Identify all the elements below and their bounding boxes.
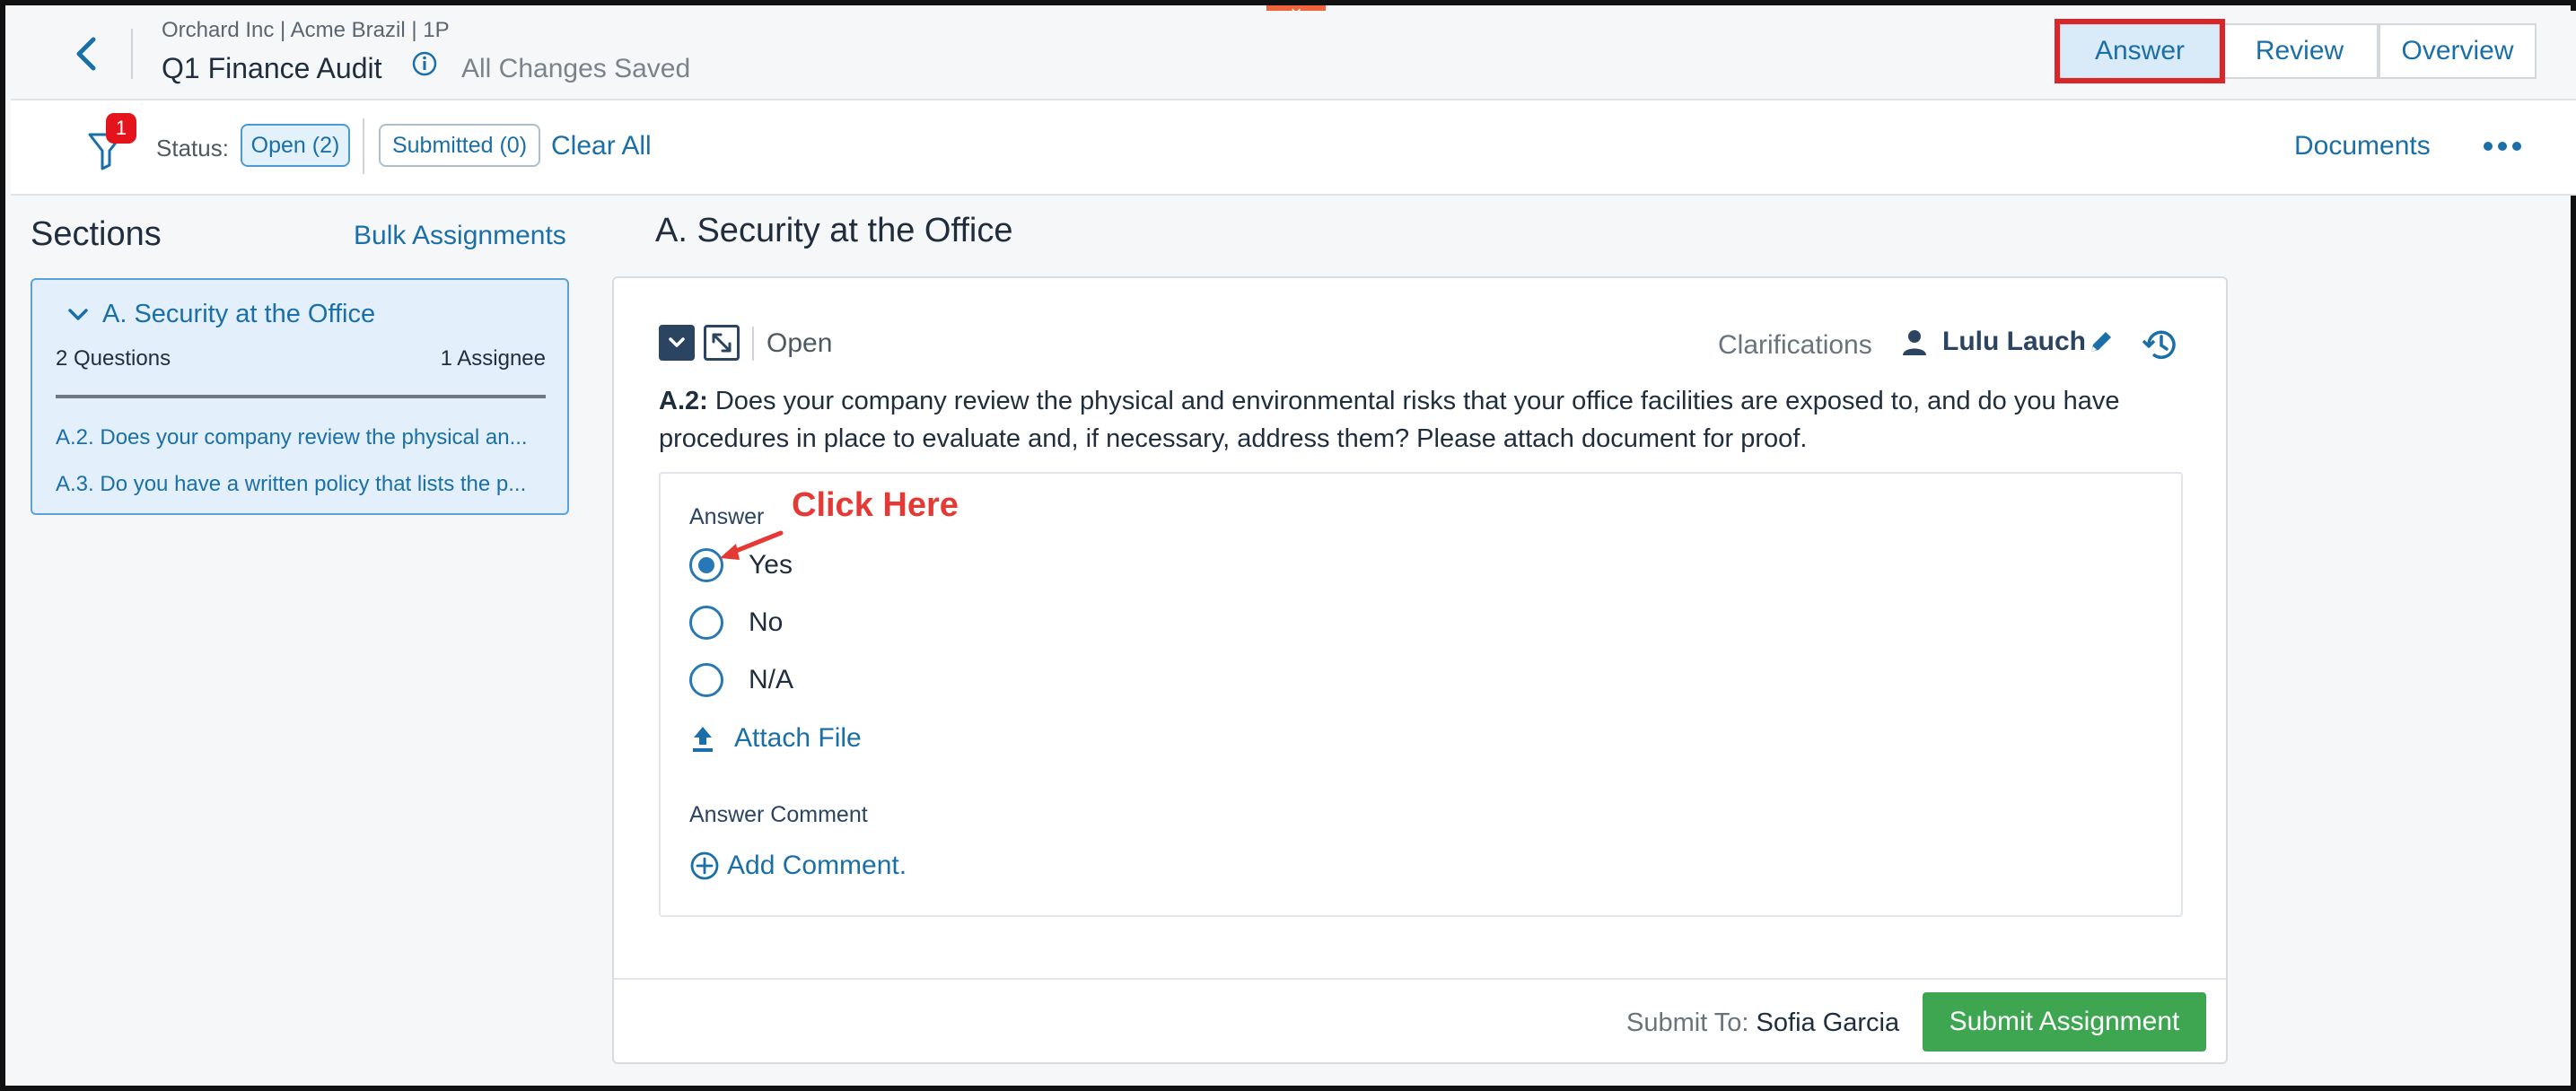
red-arrow-icon (720, 530, 784, 560)
question-status: Open (767, 328, 833, 358)
clear-all-link[interactable]: Clear All (551, 131, 652, 161)
answer-option-no[interactable]: No (689, 605, 783, 641)
pencil-icon[interactable] (2086, 327, 2116, 357)
section-question-link[interactable]: A.3. Do you have a written policy that l… (56, 472, 560, 497)
collapse-button[interactable] (659, 325, 695, 361)
radio-na[interactable] (689, 663, 723, 697)
submit-to-name: Sofia Garcia (1756, 1008, 1900, 1037)
attach-file-button[interactable]: Attach File (689, 723, 862, 754)
assignee-name[interactable]: Lulu Lauch (1942, 327, 2086, 357)
header-divider (131, 29, 133, 79)
section-divider (56, 395, 546, 398)
page-title: Q1 Finance Audit (162, 52, 382, 84)
section-question-link[interactable]: A.2. Does your company review the physic… (56, 425, 560, 450)
submitted-filter-pill[interactable]: Submitted (0) (379, 124, 540, 167)
history-icon[interactable] (2140, 325, 2179, 364)
more-options-icon[interactable] (2481, 133, 2524, 160)
chevron-down-icon (669, 337, 685, 347)
answer-comment-label: Answer Comment (689, 802, 868, 827)
expand-button[interactable] (704, 325, 740, 361)
info-icon[interactable] (411, 50, 438, 77)
answer-option-label: No (749, 607, 784, 637)
view-tabs: Answer Review Overview (2055, 19, 2537, 83)
status-label: Status: (156, 135, 229, 161)
click-here-annotation: Click Here (792, 486, 959, 524)
answer-box: Answer Yes No N/A Attach File Answer Com… (659, 472, 2183, 917)
chevron-down-icon[interactable] (65, 301, 92, 328)
back-button[interactable] (63, 31, 108, 77)
chevron-left-icon (76, 37, 96, 71)
breadcrumb: Orchard Inc | Acme Brazil | 1P (162, 18, 450, 42)
tab-answer[interactable]: Answer (2055, 19, 2225, 83)
question-card: Open Clarifications Lulu Lauch A.2: Does… (612, 276, 2228, 1064)
filter-divider (363, 118, 364, 174)
answer-option-label: N/A (749, 665, 794, 694)
add-comment-button[interactable]: Add Comment. (689, 851, 907, 881)
bulk-assignments-link[interactable]: Bulk Assignments (354, 221, 566, 251)
card-footer: Submit To: Sofia Garcia Submit Assignmen… (614, 978, 2226, 1062)
attach-file-label: Attach File (734, 723, 862, 753)
add-comment-label: Add Comment. (727, 851, 907, 880)
header: Orchard Inc | Acme Brazil | 1P Q1 Financ… (11, 11, 2576, 100)
question-number: A.2: (659, 387, 708, 415)
section-name[interactable]: A. Security at the Office (102, 300, 375, 329)
save-status: All Changes Saved (461, 54, 691, 83)
sections-heading: Sections (31, 215, 162, 253)
submit-assignment-button[interactable]: Submit Assignment (1923, 992, 2206, 1052)
radio-no[interactable] (689, 606, 723, 640)
section-assignee-count: 1 Assignee (440, 346, 546, 371)
expand-icon (712, 333, 732, 353)
plus-circle-icon (690, 851, 719, 880)
documents-link[interactable]: Documents (2294, 131, 2431, 161)
app-frame: × Orchard Inc | Acme Brazil | 1P Q1 Fina… (0, 0, 2576, 1091)
person-icon (1903, 330, 1926, 355)
section-title: A. Security at the Office (655, 212, 1013, 249)
section-question-count: 2 Questions (56, 346, 171, 371)
clarifications-link[interactable]: Clarifications (1718, 330, 1872, 361)
submit-to: Submit To: Sofia Garcia (1626, 1008, 1899, 1038)
tab-review[interactable]: Review (2221, 23, 2379, 79)
filter-bar: 1 Status: Open (2) Submitted (0) Clear A… (11, 100, 2576, 196)
open-filter-pill[interactable]: Open (2) (241, 124, 350, 167)
upload-icon (693, 727, 713, 752)
section-card[interactable]: A. Security at the Office 2 Questions 1 … (31, 278, 569, 515)
answer-label: Answer (689, 504, 765, 529)
question-body: Does your company review the physical an… (659, 387, 2120, 453)
submit-to-label: Submit To: (1626, 1008, 1749, 1037)
tab-overview[interactable]: Overview (2379, 23, 2537, 79)
question-text: A.2: Does your company review the physic… (659, 382, 2185, 458)
status-divider (752, 327, 754, 361)
answer-option-na[interactable]: N/A (689, 662, 793, 698)
filter-count-badge: 1 (106, 113, 136, 144)
